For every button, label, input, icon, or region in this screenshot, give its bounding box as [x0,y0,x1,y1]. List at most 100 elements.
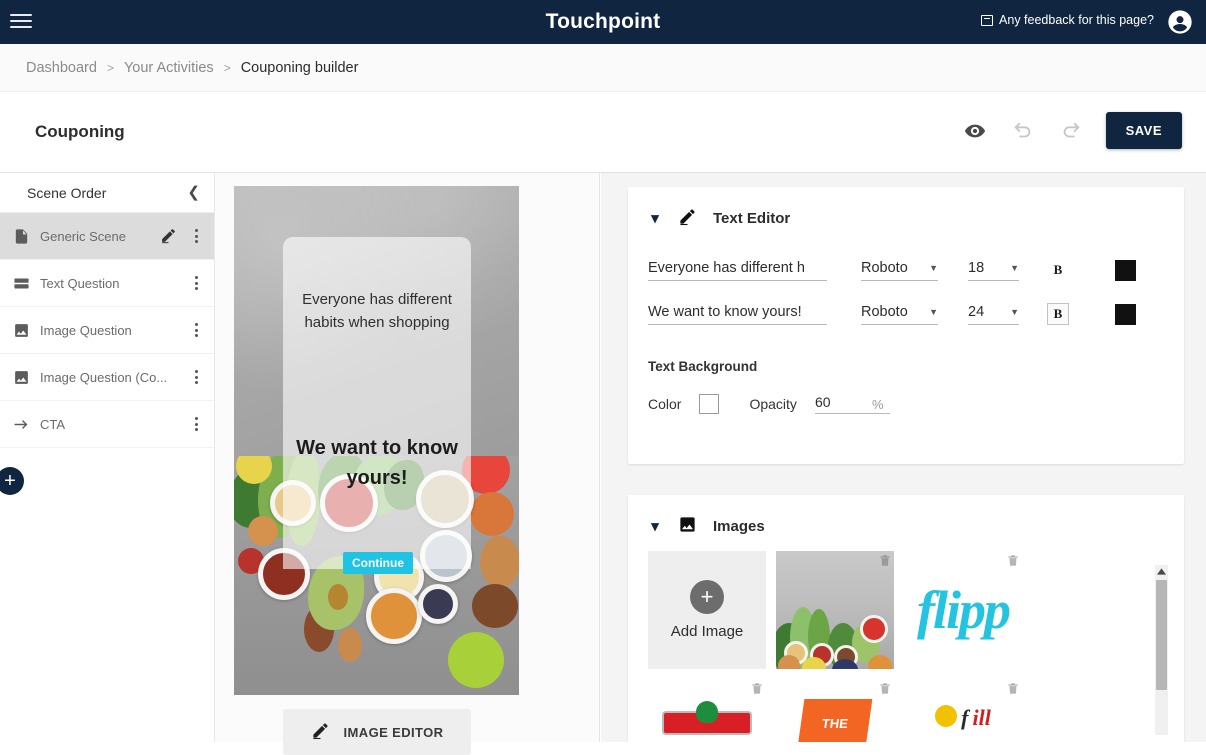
scene-options-kebab[interactable] [188,370,204,384]
thumbnail-healthy-food-photo[interactable] [776,551,894,669]
page-title: Couponing [35,122,125,141]
plus-icon: + [690,580,724,614]
font-size-select-1[interactable]: 18 ▼ [968,260,1019,281]
preview-headline-2[interactable]: We want to know yours! [283,433,471,493]
text-background-overlay [283,237,471,569]
font-size-value-2: 24 [968,304,985,320]
save-button[interactable]: SAVE [1105,112,1182,149]
images-scrollbar[interactable] [1155,565,1168,735]
thumbnail-canadian-tire-logo[interactable] [648,679,766,742]
feedback-label: Any feedback for this page? [999,13,1154,27]
redo-icon[interactable] [1058,118,1084,144]
arrow-right-icon [12,415,30,433]
breadcrumb-separator: > [223,60,231,75]
preview-headline-1[interactable]: Everyone has different habits when shopp… [283,288,471,334]
continue-button[interactable]: Continue [343,552,413,574]
text-input-1[interactable] [648,260,827,281]
add-image-tile[interactable]: + Add Image [648,551,766,669]
text-editor-row-1: Roboto ▼ 18 ▼ B [648,259,1136,281]
chevron-down-icon[interactable]: ▾ [648,519,662,534]
opacity-unit: % [871,396,884,412]
sidebar-item-label: Text Question [40,275,120,291]
scene-options-kebab[interactable] [188,276,204,290]
account-circle-icon[interactable] [1166,8,1194,36]
trash-icon[interactable] [1006,681,1020,696]
image-editor-button[interactable]: IMAGE EDITOR [283,709,471,755]
text-color-swatch-2[interactable] [1115,304,1136,325]
breadcrumb-item-your-activities[interactable]: Your Activities [124,60,214,76]
chevron-down-icon: ▼ [929,307,938,317]
scene-options-kebab[interactable] [188,417,204,431]
sidebar-item-image-question-co[interactable]: Image Question (Co... [0,354,214,401]
chevron-left-icon[interactable]: ❮ [187,185,200,200]
trash-icon[interactable] [750,681,764,696]
trash-icon[interactable] [878,681,892,696]
phone-preview[interactable]: Everyone has different habits when shopp… [234,186,519,695]
image-icon [12,368,30,386]
document-icon [12,227,30,245]
sidebar-header: Scene Order ❮ [0,173,214,213]
chevron-down-icon[interactable]: ▾ [648,211,662,226]
properties-panel: ▾ Text Editor Roboto ▼ 18 ▼ B [601,173,1206,742]
scene-options-kebab[interactable] [188,323,204,337]
font-select-2[interactable]: Roboto ▼ [861,304,938,325]
text-color-swatch-1[interactable] [1115,260,1136,281]
sidebar-item-generic-scene[interactable]: Generic Scene [0,213,214,260]
images-card: ▾ Images + Add Image flipp THE f ill [628,495,1184,742]
feedback-link[interactable]: Any feedback for this page? [981,13,1154,27]
scene-preview-panel: Everyone has different habits when shopp… [215,173,600,755]
scene-order-sidebar: Scene Order ❮ Generic Scene Text Questio… [0,173,215,742]
trash-icon[interactable] [878,553,892,568]
text-input-2[interactable] [648,304,827,325]
text-editor-card: ▾ Text Editor Roboto ▼ 18 ▼ B [628,187,1184,464]
thumbnail-flipp-logo[interactable]: flipp [904,551,1022,669]
color-label: Color [648,396,682,412]
feedback-form-icon [981,14,994,26]
bold-toggle-1[interactable]: B [1047,259,1069,281]
sidebar-item-label: Image Question [40,322,132,338]
trash-icon[interactable] [1006,553,1020,568]
breadcrumb-item-dashboard[interactable]: Dashboard [26,60,97,76]
scrollbar-thumb[interactable] [1156,580,1167,690]
text-background-label: Text Background [648,359,758,374]
breadcrumb: Dashboard > Your Activities > Couponing … [0,44,1206,92]
breadcrumb-item-couponing-builder[interactable]: Couponing builder [241,60,359,76]
pencil-icon[interactable] [160,227,178,245]
thumbnail-home-depot-logo[interactable]: THE [776,679,894,742]
sidebar-item-label: CTA [40,416,66,432]
add-scene-button[interactable]: + [0,467,24,495]
add-image-label: Add Image [670,623,744,640]
font-select-1[interactable]: Roboto ▼ [861,260,938,281]
text-editor-row-2: Roboto ▼ 24 ▼ B [648,303,1136,325]
sidebar-item-cta[interactable]: CTA [0,401,214,448]
pencil-icon [311,721,330,743]
scroll-up-arrow-icon[interactable] [1155,565,1168,578]
bold-toggle-2[interactable]: B [1047,303,1069,325]
header-actions: SAVE [962,112,1182,149]
image-icon [12,321,30,339]
font-value-2: Roboto [861,304,908,320]
breadcrumb-separator: > [106,60,114,75]
opacity-label: Opacity [749,396,797,412]
thumbnail-partial-logo[interactable]: f ill [904,679,1022,742]
sidebar-title: Scene Order [27,184,107,201]
sidebar-item-label: Generic Scene [40,228,126,244]
sidebar-item-text-question[interactable]: Text Question [0,260,214,307]
page-header: Couponing SAVE [0,92,1206,173]
font-size-select-2[interactable]: 24 ▼ [968,304,1019,325]
chevron-down-icon: ▼ [1010,307,1019,317]
font-size-value-1: 18 [968,260,985,276]
text-editor-header: ▾ Text Editor [628,187,1184,230]
scene-options-kebab[interactable] [188,229,204,243]
background-color-swatch[interactable] [699,394,720,414]
eye-icon[interactable] [962,118,988,144]
sidebar-item-image-question[interactable]: Image Question [0,307,214,354]
image-editor-label: IMAGE EDITOR [343,724,444,740]
pencil-icon [678,207,697,230]
top-app-bar: Touchpoint Any feedback for this page? [0,0,1206,44]
text-background-controls: Color Opacity % [648,394,890,414]
chevron-down-icon: ▼ [1010,263,1019,273]
undo-icon[interactable] [1010,118,1036,144]
sidebar-item-label: Image Question (Co... [40,369,168,385]
images-header: ▾ Images [628,495,1184,538]
